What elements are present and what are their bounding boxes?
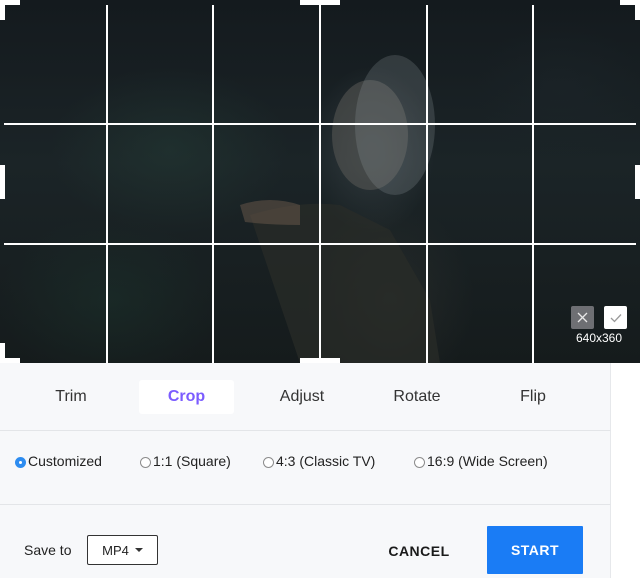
- ratio-option-customized[interactable]: Customized: [15, 453, 102, 469]
- ratio-label: 4:3 (Classic TV): [276, 453, 376, 469]
- aspect-ratio-options: Customized 1:1 (Square) 4:3 (Classic TV)…: [0, 430, 611, 505]
- close-icon: [577, 312, 588, 323]
- format-select[interactable]: MP4: [87, 535, 158, 565]
- caret-down-icon: [134, 548, 143, 552]
- crop-grid-line: [532, 5, 534, 363]
- video-crop-area[interactable]: 640x360: [0, 0, 640, 363]
- crop-grid-line: [426, 5, 428, 363]
- tab-crop[interactable]: Crop: [139, 380, 234, 414]
- crop-handle-top[interactable]: [300, 0, 340, 5]
- ratio-option-wide-screen[interactable]: 16:9 (Wide Screen): [414, 453, 548, 469]
- ratio-label: Customized: [28, 453, 102, 469]
- crop-grid-line: [212, 5, 214, 363]
- crop-grid-line: [4, 123, 636, 125]
- check-icon: [610, 313, 621, 322]
- crop-handle-left[interactable]: [0, 165, 5, 199]
- crop-dimensions: 640x360: [575, 331, 623, 345]
- crop-handle-top-left[interactable]: [0, 0, 5, 20]
- confirm-crop-button[interactable]: [604, 306, 627, 329]
- radio-button[interactable]: [263, 457, 274, 468]
- edit-tabs: Trim Crop Adjust Rotate Flip: [0, 363, 611, 430]
- crop-grid-line: [319, 5, 321, 363]
- tab-flip[interactable]: Flip: [489, 380, 577, 414]
- cancel-crop-button[interactable]: [571, 306, 594, 329]
- start-button[interactable]: START: [487, 526, 583, 574]
- bottom-bar: Save to MP4 CANCEL START: [0, 504, 611, 578]
- tab-rotate[interactable]: Rotate: [373, 380, 461, 414]
- crop-grid-line: [106, 5, 108, 363]
- tab-adjust[interactable]: Adjust: [258, 380, 346, 414]
- crop-handle-top-right[interactable]: [635, 0, 640, 20]
- radio-button[interactable]: [15, 457, 26, 468]
- format-value: MP4: [102, 542, 129, 558]
- save-to-label: Save to: [24, 542, 72, 558]
- ratio-option-classic-tv[interactable]: 4:3 (Classic TV): [263, 453, 375, 469]
- crop-handle-right[interactable]: [635, 165, 640, 199]
- radio-button[interactable]: [414, 457, 425, 468]
- ratio-label: 1:1 (Square): [153, 453, 231, 469]
- tab-trim[interactable]: Trim: [27, 380, 115, 414]
- ratio-label: 16:9 (Wide Screen): [427, 453, 548, 469]
- radio-button[interactable]: [140, 457, 151, 468]
- crop-grid-line: [4, 243, 636, 245]
- ratio-option-square[interactable]: 1:1 (Square): [140, 453, 231, 469]
- cancel-button[interactable]: CANCEL: [378, 543, 460, 559]
